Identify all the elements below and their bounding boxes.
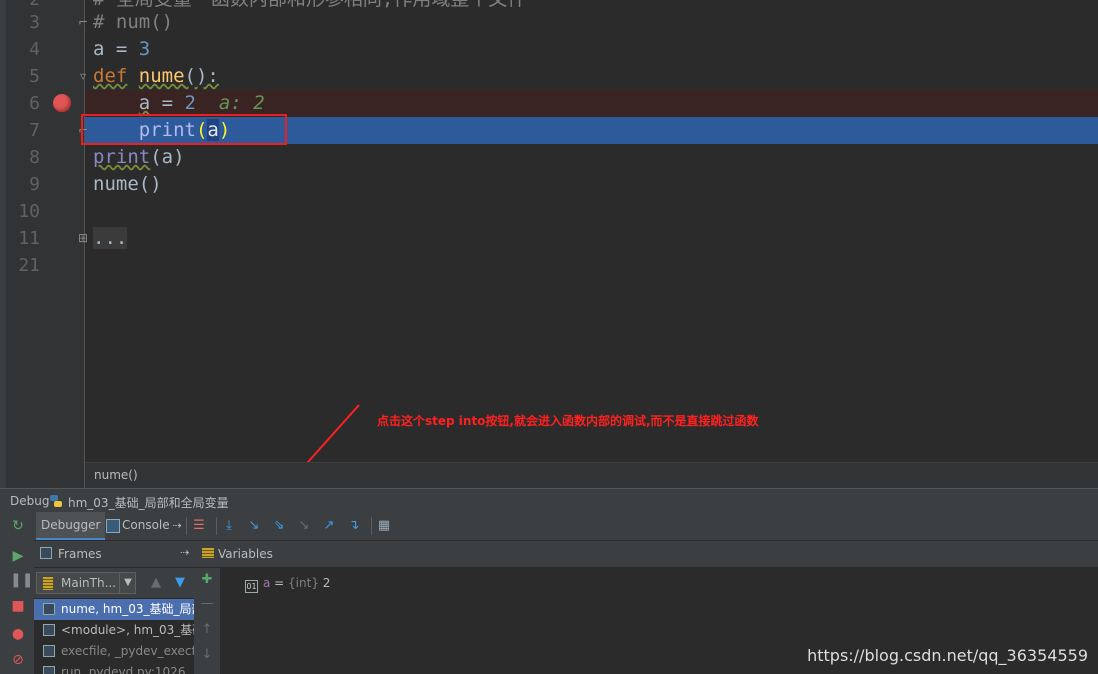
frame-icon (43, 666, 55, 674)
run-to-cursor-icon[interactable]: ↴ (345, 517, 363, 535)
move-watch-down-icon[interactable]: ↓ (199, 647, 215, 662)
rerun-icon[interactable]: ↻ (10, 518, 26, 534)
debug-side-toolbar: ↻ ▶ ❚❚ ■ ● ⊘ (0, 512, 35, 674)
tab-debugger[interactable]: Debugger (36, 512, 106, 540)
view-breakpoints-icon[interactable]: ● (10, 626, 26, 642)
frame-label: nume, hm_03_基础_局部和全局变量.py:7 (61, 602, 194, 616)
variables-toolbar: ✚ — ↑ ↓ (194, 568, 221, 674)
debug-title-label: Debug (10, 494, 50, 508)
console-pin-icon[interactable]: ⇢ (168, 517, 186, 535)
frames-header: Frames ⇢ (34, 541, 194, 568)
variable-type: {int} (288, 576, 319, 590)
frames-pin-icon[interactable]: ⇢ (180, 546, 189, 559)
debug-title-bar: Debug hm_03_基础_局部和全局变量 (0, 488, 1098, 513)
chevron-down-icon[interactable]: ▼ (119, 573, 136, 593)
variables-header: Variables (194, 541, 1098, 568)
resume-icon[interactable]: ▶ (10, 548, 26, 564)
thread-select[interactable]: MainTh... ▼ (36, 572, 136, 594)
tab-console[interactable]: Console (104, 512, 170, 540)
frames-icon (40, 547, 52, 559)
frame-label: <module>, hm_03_基础_局部和全局变量.py:9 (61, 623, 194, 637)
variable-separator: = (270, 576, 289, 590)
debug-tab-bar: Debugger Console ⇢ ☰ ⤓ ↘ ⇘ ↘ ↗ ↴ ▦ (34, 512, 1098, 541)
move-watch-up-icon[interactable]: ↑ (199, 622, 215, 637)
new-watch-icon[interactable]: ✚ (199, 572, 215, 587)
toolbar-separator (371, 517, 372, 535)
int-variable-icon: 01 (245, 580, 258, 593)
frame-icon (43, 624, 55, 636)
code-editor[interactable]: 2 3 4 5 6 7 8 9 10 11 21 ⌐ ▿ ⌐ ⊞ # 全局变量一… (0, 0, 1098, 488)
frame-icon (43, 603, 55, 615)
variable-value: 2 (318, 576, 331, 590)
remove-watch-icon[interactable]: — (199, 596, 215, 611)
frame-up-icon[interactable]: ▲ (151, 575, 161, 590)
tab-console-label: Console (122, 518, 170, 532)
toolbar-separator (186, 517, 187, 535)
step-out-icon[interactable]: ↗ (320, 517, 338, 535)
pause-icon[interactable]: ❚❚ (10, 572, 33, 588)
console-icon (106, 519, 120, 533)
python-icon (50, 495, 62, 507)
run-config-name[interactable]: hm_03_基础_局部和全局变量 (68, 494, 229, 511)
force-step-into-icon[interactable]: ↘ (295, 517, 313, 535)
thread-name: MainTh... (61, 576, 117, 590)
frames-label: Frames (58, 547, 102, 561)
frame-item[interactable]: nume, hm_03_基础_局部和全局变量.py:7 (34, 599, 194, 620)
frames-list[interactable]: nume, hm_03_基础_局部和全局变量.py:7 <module>, hm… (34, 598, 194, 674)
frame-label: execfile, _pydev_execfile.py:18 (61, 644, 194, 658)
step-into-my-code-icon[interactable]: ⇘ (270, 517, 288, 535)
stop-icon[interactable]: ■ (10, 598, 26, 614)
frame-item[interactable]: execfile, _pydev_execfile.py:18 (34, 641, 194, 662)
variables-icon (202, 548, 214, 558)
thread-row: MainTh... ▼ ▲ ▼ (34, 568, 194, 598)
watermark: https://blog.csdn.net/qq_36354559 (807, 646, 1088, 665)
evaluate-expression-icon[interactable]: ▦ (375, 517, 393, 535)
thread-icon (43, 577, 53, 590)
annotation-arrow-icon (283, 404, 360, 488)
frame-icon (43, 645, 55, 657)
breadcrumb-bar: nume() (85, 462, 1098, 488)
frame-down-icon[interactable]: ▼ (175, 575, 185, 590)
step-into-icon[interactable]: ↘ (245, 517, 263, 535)
frame-item[interactable]: run, pydevd.py:1026 (34, 662, 194, 674)
show-execution-point-icon[interactable]: ☰ (190, 517, 208, 535)
variables-label: Variables (218, 547, 273, 561)
mute-breakpoints-icon[interactable]: ⊘ (10, 652, 26, 668)
frame-item[interactable]: <module>, hm_03_基础_局部和全局变量.py:9 (34, 620, 194, 641)
variable-row[interactable]: 01 a = {int} 2 (245, 574, 331, 593)
frame-label: run, pydevd.py:1026 (61, 665, 186, 674)
toolbar-separator (216, 517, 217, 535)
step-over-icon[interactable]: ⤓ (220, 517, 238, 535)
breadcrumb[interactable]: nume() (94, 468, 138, 482)
